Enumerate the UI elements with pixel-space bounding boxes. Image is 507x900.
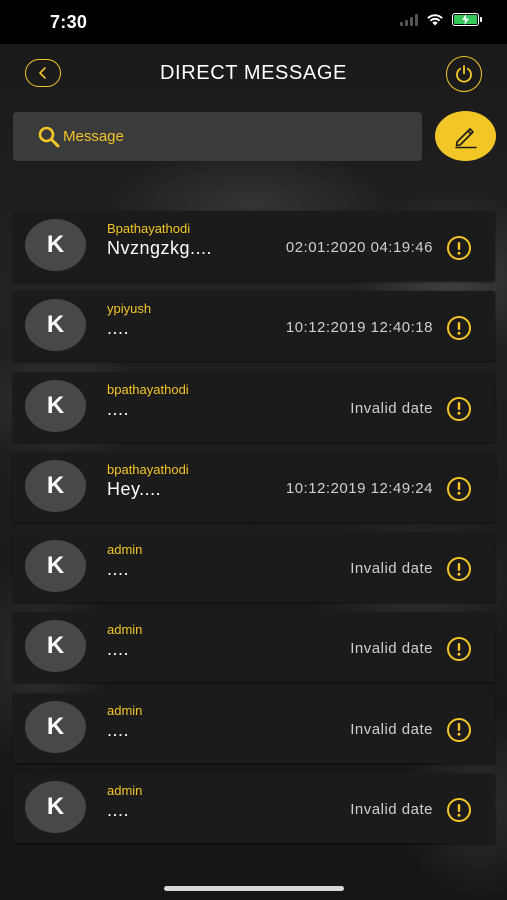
sender-name: admin — [107, 702, 143, 718]
exclamation-circle-icon[interactable] — [447, 316, 471, 341]
message-preview: .... — [107, 318, 130, 339]
message-list: K Bpathayathodi Nvzngzkg.... 02:01:2020 … — [13, 211, 495, 853]
message-preview: .... — [107, 398, 130, 419]
app-screen: 7:30 DIRECT MESSAGE Message K Bpathayath… — [0, 0, 507, 900]
status-icons — [400, 13, 482, 26]
exclamation-circle-icon[interactable] — [447, 557, 471, 582]
logout-button[interactable] — [446, 56, 482, 92]
exclamation-circle-icon[interactable] — [447, 637, 471, 662]
exclamation-circle-icon[interactable] — [447, 798, 471, 823]
status-bar: 7:30 — [0, 0, 507, 44]
sender-name: bpathayathodi — [107, 461, 189, 477]
avatar: K — [25, 219, 86, 271]
home-indicator[interactable] — [164, 886, 344, 891]
sender-name: admin — [107, 622, 143, 638]
sender-name: admin — [107, 542, 143, 558]
header: DIRECT MESSAGE — [0, 48, 507, 100]
sender-name: bpathayathodi — [107, 381, 189, 397]
message-preview: .... — [107, 639, 130, 660]
status-time: 7:30 — [50, 12, 88, 32]
avatar: K — [25, 540, 86, 593]
search-icon — [38, 126, 60, 147]
message-preview: .... — [107, 559, 130, 580]
exclamation-circle-icon[interactable] — [447, 396, 471, 421]
sender-name: ypiyush — [107, 301, 152, 317]
message-preview: .... — [107, 800, 130, 821]
avatar: K — [25, 379, 86, 432]
message-item[interactable]: K Bpathayathodi Nvzngzkg.... 02:01:2020 … — [13, 211, 495, 281]
message-item[interactable]: K bpathayathodi .... Invalid date — [13, 371, 495, 442]
cellular-signal-icon — [400, 13, 418, 26]
message-item[interactable]: K admin .... Invalid date — [13, 612, 495, 683]
power-icon — [456, 65, 472, 83]
avatar: K — [25, 299, 86, 352]
message-timestamp: Invalid date — [350, 640, 433, 658]
message-item[interactable]: K admin .... Invalid date — [13, 773, 495, 844]
message-timestamp: 10:12:2019 12:49:24 — [285, 479, 433, 497]
message-preview: .... — [107, 719, 130, 740]
message-timestamp: Invalid date — [350, 560, 433, 578]
message-timestamp: Invalid date — [350, 801, 433, 819]
avatar: K — [25, 459, 86, 512]
message-item[interactable]: K admin .... Invalid date — [13, 692, 495, 763]
message-preview: Hey.... — [107, 478, 162, 499]
battery-level — [454, 14, 477, 25]
message-timestamp: 02:01:2020 04:19:46 — [285, 239, 433, 256]
avatar: K — [25, 620, 86, 673]
page-title: DIRECT MESSAGE — [160, 62, 347, 84]
sender-name: admin — [107, 783, 143, 799]
avatar: K — [25, 781, 86, 834]
message-timestamp: Invalid date — [350, 720, 433, 738]
sender-name: Bpathayathodi — [107, 221, 191, 236]
message-preview: Nvzngzkg.... — [107, 238, 213, 258]
message-timestamp: 10:12:2019 12:40:18 — [285, 319, 433, 337]
exclamation-circle-icon[interactable] — [447, 476, 471, 501]
avatar: K — [25, 700, 86, 753]
battery-icon — [452, 13, 482, 26]
message-item[interactable]: K bpathayathodi Hey.... 10:12:2019 12:49… — [13, 451, 495, 522]
exclamation-circle-icon[interactable] — [447, 717, 471, 742]
compose-button[interactable] — [435, 111, 496, 161]
exclamation-circle-icon[interactable] — [447, 236, 471, 260]
message-item[interactable]: K ypiyush .... 10:12:2019 12:40:18 — [13, 291, 495, 362]
search-input[interactable] — [63, 128, 383, 145]
message-item[interactable]: K admin .... Invalid date — [13, 532, 495, 603]
message-timestamp: Invalid date — [350, 399, 433, 417]
wifi-icon — [427, 14, 443, 26]
search-bar[interactable] — [13, 112, 422, 161]
pencil-icon — [454, 128, 477, 149]
